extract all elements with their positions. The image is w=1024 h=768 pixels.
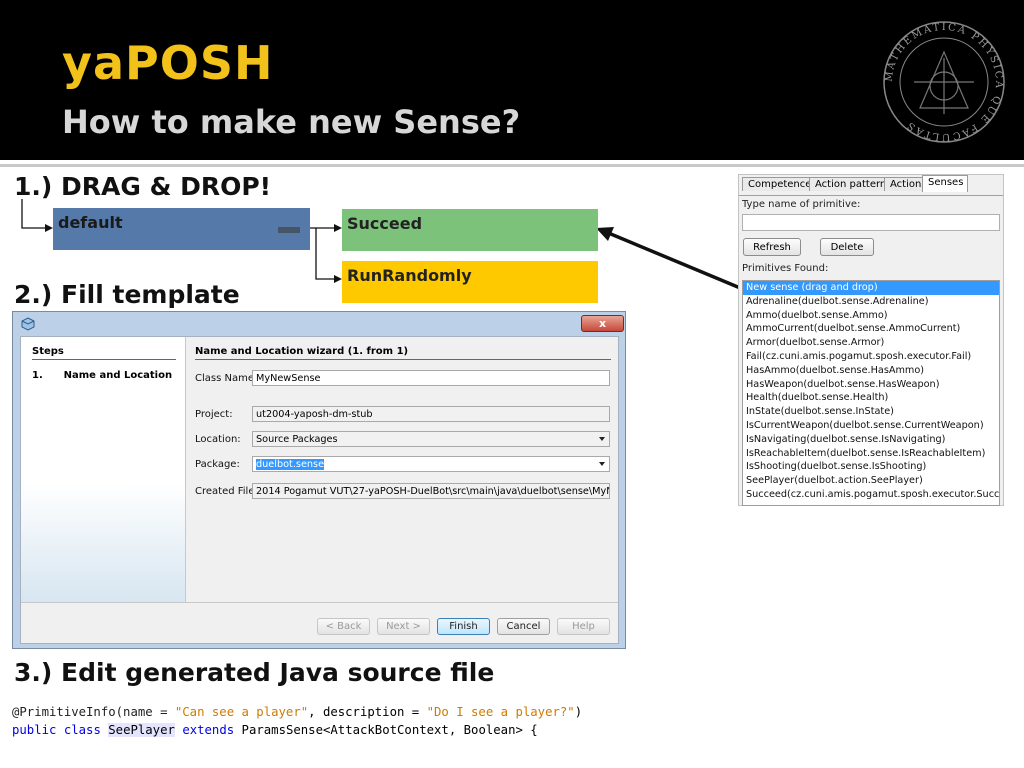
default-node-label: default bbox=[58, 213, 123, 232]
class-name-label: Class Name: bbox=[195, 373, 258, 384]
project-field: ut2004-yaposh-dm-stub bbox=[252, 406, 610, 422]
succeed-node[interactable]: Succeed bbox=[342, 209, 598, 251]
description-string: "Do I see a player?" bbox=[426, 705, 575, 719]
primitives-found-label: Primitives Found: bbox=[742, 263, 829, 274]
created-file-field: 2014 Pogamut VUT\27-yaPOSH-DuelBot\src\m… bbox=[252, 483, 610, 499]
public-keyword: public bbox=[12, 723, 57, 737]
annotation-text: @PrimitiveInfo(name = bbox=[12, 705, 175, 719]
collapse-minus-icon[interactable] bbox=[278, 227, 300, 233]
steps-pane: Steps 1. Name and Location bbox=[21, 337, 186, 602]
location-select[interactable]: Source Packages bbox=[252, 431, 610, 447]
location-label: Location: bbox=[195, 434, 241, 445]
chevron-down-icon[interactable] bbox=[599, 437, 605, 441]
default-node[interactable]: default bbox=[53, 208, 310, 250]
list-item[interactable]: Fail(cz.cuni.amis.pogamut.sposh.executor… bbox=[743, 350, 999, 364]
wizard-header-divider bbox=[195, 359, 611, 360]
new-sense-wizard-dialog: x Steps 1. Name and Location Name and Lo… bbox=[12, 311, 626, 649]
wizard-body: Steps 1. Name and Location Name and Loca… bbox=[20, 336, 619, 644]
next-button[interactable]: Next > bbox=[377, 618, 430, 635]
button-bar-divider bbox=[21, 602, 618, 603]
primitives-list[interactable]: New sense (drag and drop) Adrenaline(due… bbox=[742, 280, 1000, 506]
extends-keyword: extends bbox=[182, 723, 235, 737]
code-line-annotation: @PrimitiveInfo(name = "Can see a player"… bbox=[12, 705, 582, 719]
type-name-label: Type name of primitive: bbox=[742, 199, 861, 210]
primitive-name-input[interactable] bbox=[742, 214, 1000, 231]
step-item: 1. Name and Location bbox=[32, 370, 173, 381]
location-value: Source Packages bbox=[256, 434, 338, 445]
code-line-class: public class SeePlayer extends ParamsSen… bbox=[12, 723, 538, 737]
class-name-field[interactable]: MyNewSense bbox=[252, 370, 610, 386]
list-item[interactable]: Ammo(duelbot.sense.Ammo) bbox=[743, 309, 999, 323]
wizard-header: Name and Location wizard (1. from 1) bbox=[195, 346, 409, 357]
steps-header: Steps bbox=[32, 346, 64, 357]
list-item[interactable]: InState(duelbot.sense.InState) bbox=[743, 405, 999, 419]
help-button[interactable]: Help bbox=[557, 618, 610, 635]
primitives-panel: Competences Action patterns Actions Sens… bbox=[738, 174, 1004, 506]
delete-button[interactable]: Delete bbox=[820, 238, 874, 256]
list-item[interactable]: IsReachableItem(duelbot.sense.IsReachabl… bbox=[743, 447, 999, 461]
class-name-token: SeePlayer bbox=[108, 723, 175, 737]
list-item[interactable]: Adrenaline(duelbot.sense.Adrenaline) bbox=[743, 295, 999, 309]
tab-senses[interactable]: Senses bbox=[922, 175, 969, 192]
package-value: duelbot.sense bbox=[256, 459, 325, 470]
netbeans-cube-icon bbox=[21, 317, 35, 331]
list-item[interactable]: AmmoCurrent(duelbot.sense.AmmoCurrent) bbox=[743, 322, 999, 336]
package-combo[interactable]: duelbot.sense bbox=[252, 456, 610, 472]
list-item[interactable]: HasAmmo(duelbot.sense.HasAmmo) bbox=[743, 364, 999, 378]
project-label: Project: bbox=[195, 409, 233, 420]
refresh-button[interactable]: Refresh bbox=[743, 238, 801, 256]
run-randomly-node[interactable]: RunRandomly bbox=[342, 261, 598, 303]
list-item[interactable]: Succeed(cz.cuni.amis.pogamut.sposh.execu… bbox=[743, 488, 999, 502]
step2-label: 2.) Fill template bbox=[14, 280, 240, 309]
list-item[interactable]: New sense (drag and drop) bbox=[743, 281, 999, 295]
close-button[interactable]: x bbox=[581, 315, 624, 332]
list-item[interactable]: IsNavigating(duelbot.sense.IsNavigating) bbox=[743, 433, 999, 447]
finish-button[interactable]: Finish bbox=[437, 618, 490, 635]
step3-label: 3.) Edit generated Java source file bbox=[14, 658, 495, 687]
list-item[interactable]: SeePlayer(duelbot.action.SeePlayer) bbox=[743, 474, 999, 488]
cancel-button[interactable]: Cancel bbox=[497, 618, 550, 635]
list-item[interactable]: Health(duelbot.sense.Health) bbox=[743, 391, 999, 405]
back-button[interactable]: < Back bbox=[317, 618, 370, 635]
chevron-down-icon[interactable] bbox=[599, 462, 605, 466]
name-string: "Can see a player" bbox=[174, 705, 309, 719]
class-keyword: class bbox=[63, 723, 101, 737]
run-randomly-node-label: RunRandomly bbox=[347, 266, 472, 285]
description-key: , description = bbox=[308, 705, 427, 719]
list-item[interactable]: Armor(duelbot.sense.Armor) bbox=[743, 336, 999, 350]
tab-strip-line bbox=[739, 195, 1003, 196]
list-item[interactable]: IsShooting(duelbot.sense.IsShooting) bbox=[743, 460, 999, 474]
package-label: Package: bbox=[195, 459, 240, 470]
list-item[interactable]: IsCurrentWeapon(duelbot.sense.CurrentWea… bbox=[743, 419, 999, 433]
created-file-label: Created File: bbox=[195, 486, 258, 497]
superclass-text: ParamsSense<AttackBotContext, Boolean> { bbox=[241, 723, 538, 737]
steps-divider bbox=[32, 359, 176, 360]
annotation-close: ) bbox=[574, 705, 583, 719]
list-item[interactable]: HasWeapon(duelbot.sense.HasWeapon) bbox=[743, 378, 999, 392]
succeed-node-label: Succeed bbox=[347, 214, 423, 233]
